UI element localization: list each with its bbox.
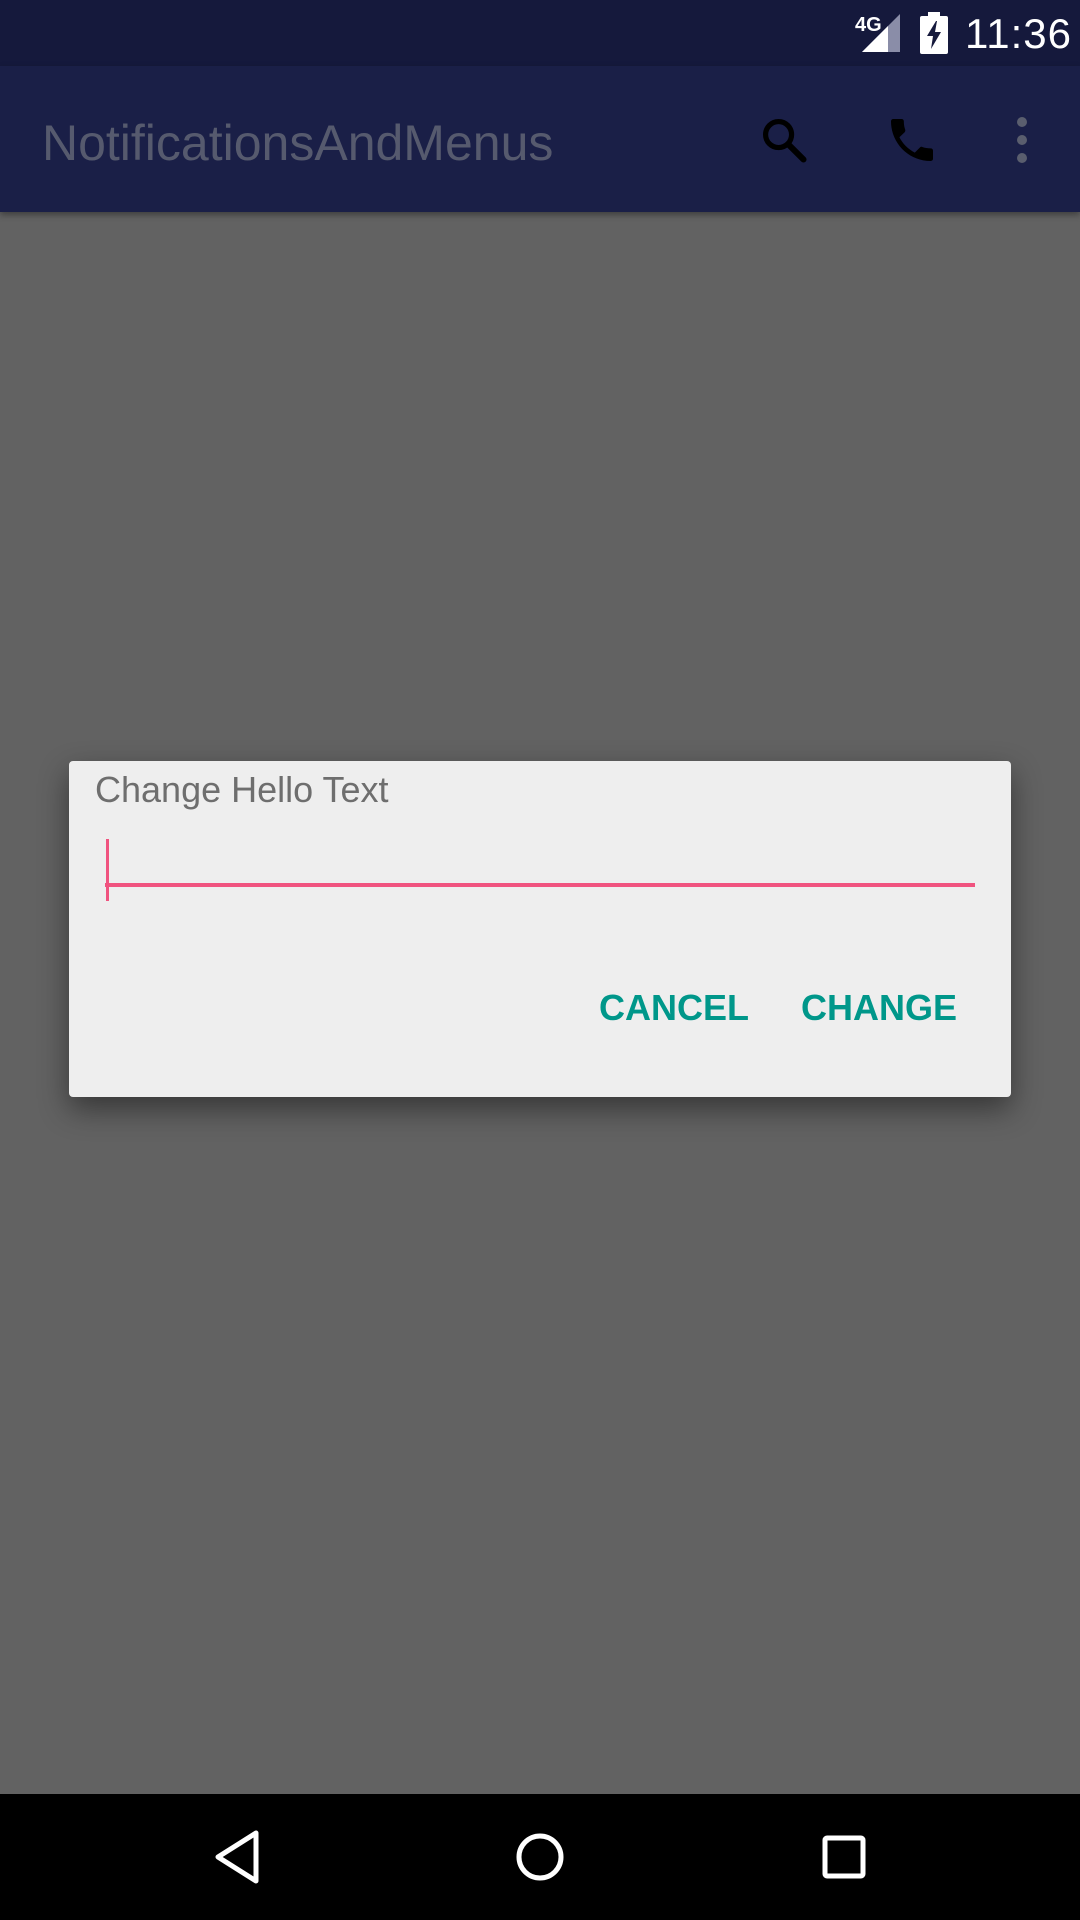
dialog-title: Change Hello Text (95, 769, 389, 810)
text-cursor (106, 839, 109, 901)
home-button[interactable] (507, 1824, 573, 1890)
navigation-bar (0, 1794, 1080, 1920)
app-bar: NotificationsAndMenus (0, 66, 1080, 212)
overflow-menu-button[interactable] (988, 106, 1056, 174)
screen: 4G 11:36 NotificationsAndMenus Change He… (0, 0, 1080, 1920)
search-icon (762, 118, 807, 163)
cancel-button[interactable]: CANCEL (599, 987, 749, 1029)
back-button[interactable] (204, 1824, 270, 1890)
back-icon (215, 1830, 259, 1884)
signal-icon (862, 14, 900, 52)
app-title: NotificationsAndMenus (42, 115, 554, 171)
phone-icon (891, 119, 933, 161)
recents-icon (822, 1835, 866, 1879)
change-text-dialog: Change Hello Text CANCEL CHANGE (69, 761, 1011, 1097)
search-button[interactable] (750, 106, 818, 174)
recents-button[interactable] (811, 1824, 877, 1890)
status-clock: 11:36 (965, 10, 1072, 57)
overflow-menu-icon (1017, 117, 1027, 163)
home-icon (516, 1833, 564, 1881)
status-bar: 4G 11:36 (0, 0, 1080, 66)
change-button[interactable]: CHANGE (801, 987, 957, 1029)
battery-charging-icon (920, 12, 948, 54)
call-button[interactable] (878, 106, 946, 174)
hello-text-input[interactable] (105, 833, 975, 887)
